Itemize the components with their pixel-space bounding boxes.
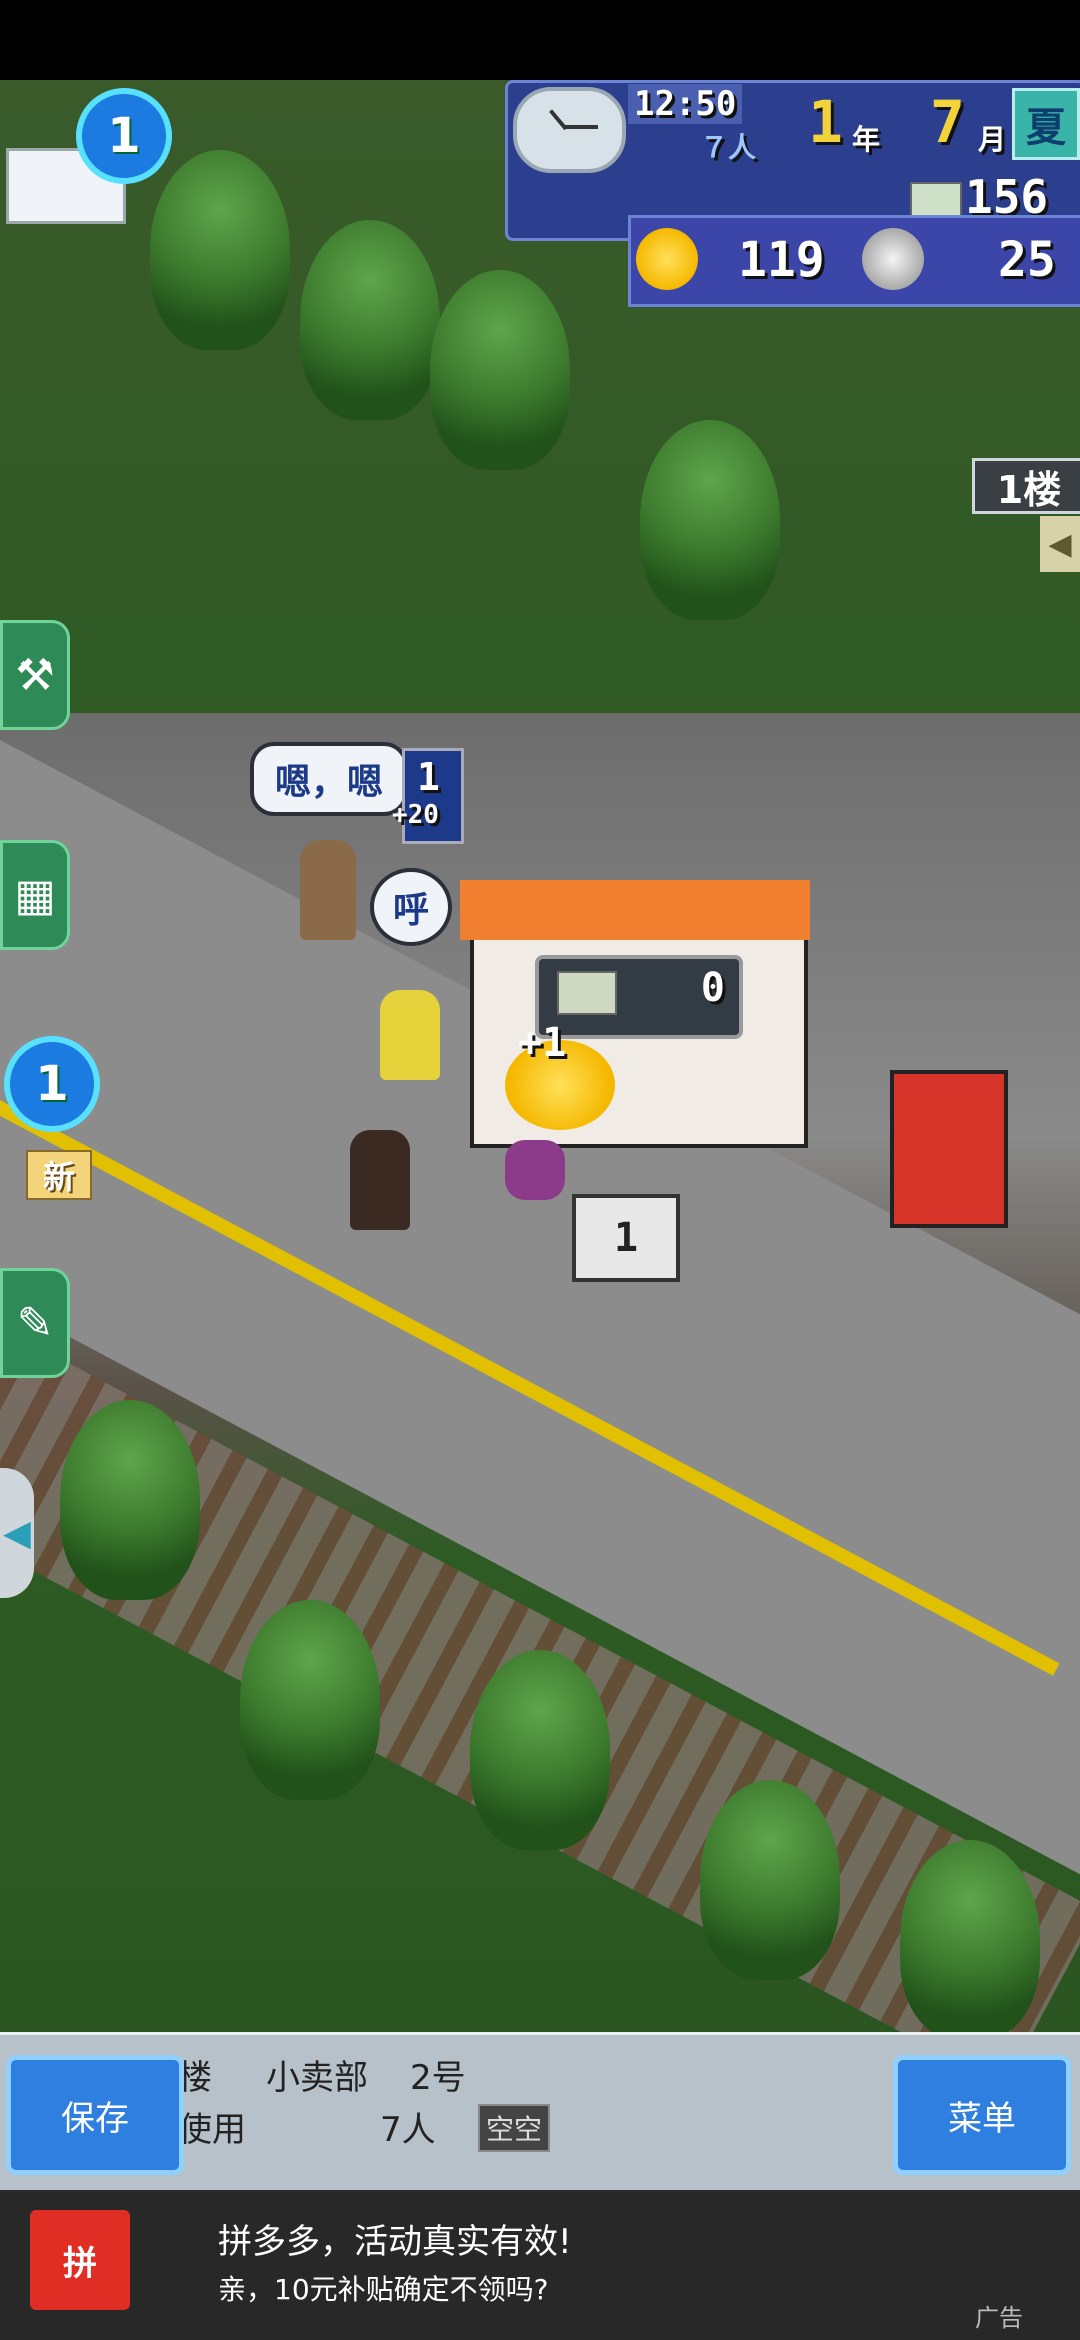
info-usage-label: 使用 [178,2110,246,2150]
tree [300,220,440,420]
tree [900,1840,1040,2040]
left-notification-badge[interactable]: 1 [4,1036,100,1132]
info-usage-count: 7人 [380,2110,436,2150]
save-button[interactable]: 保存 [6,2055,184,2175]
expand-left-arrow[interactable]: ◀ [0,1468,34,1598]
passenger-character[interactable] [300,840,356,940]
passenger-character[interactable] [350,1130,410,1230]
idea-bulb-icon [636,228,698,290]
game-time: 12:50 [628,84,743,124]
tree [470,1650,610,1850]
worker-character[interactable] [380,990,440,1080]
info-shop-number: 2号 [410,2058,466,2098]
clock-hand [564,125,598,129]
info-shop-name: 小卖部 [266,2058,368,2098]
speech-bubble-chat: 嗯，嗯 [250,742,408,816]
tree [430,270,570,470]
clock-icon [513,87,626,173]
pinduoduo-logo[interactable]: 拼 [30,2210,130,2310]
shop-sign: 1 [572,1194,680,1282]
ad-banner[interactable] [0,2190,1080,2340]
info-status-chip: 空空 [478,2104,551,2152]
tree [240,1600,380,1800]
customer-character[interactable] [505,1140,565,1200]
tree [150,150,290,350]
season-badge: 夏 [1012,88,1080,160]
menu-button[interactable]: 菜单 [893,2055,1071,2175]
tree [60,1400,200,1600]
cash-icon [557,971,617,1015]
mail-badge[interactable]: 1 [76,88,172,184]
building-button[interactable]: ▦ [0,840,70,950]
year-number: 1 [808,88,843,156]
notes-button[interactable]: ✎ [0,1268,70,1378]
coin-icon [862,228,924,290]
weather-indicator: ７人 [700,131,757,164]
coin-points-value: 25 [998,232,1056,288]
status-bar [0,0,1080,80]
cash-icon [910,182,962,218]
floor-tab[interactable]: 1楼 [972,458,1080,514]
vending-machine[interactable] [890,1070,1008,1228]
ad-subtitle[interactable]: 亲，10元补贴确定不领吗? [218,2268,549,2308]
tree [700,1780,840,1980]
kiosk-roof [460,880,810,940]
idea-points-value: 119 [738,232,825,288]
new-label: 新 [26,1150,92,1200]
month-number: 7 [930,88,965,156]
shop-earnings-popup: 0 [535,955,743,1039]
speech-bubble-sigh: 呼 [370,868,452,946]
ad-label: 广告 [975,2304,1023,2332]
ad-title[interactable]: 拼多多，活动真实有效! [218,2214,572,2263]
floor-toggle-arrow[interactable]: ◀ [1040,516,1080,572]
tree [640,420,780,620]
build-hammer-button[interactable]: ⚒ [0,620,70,730]
